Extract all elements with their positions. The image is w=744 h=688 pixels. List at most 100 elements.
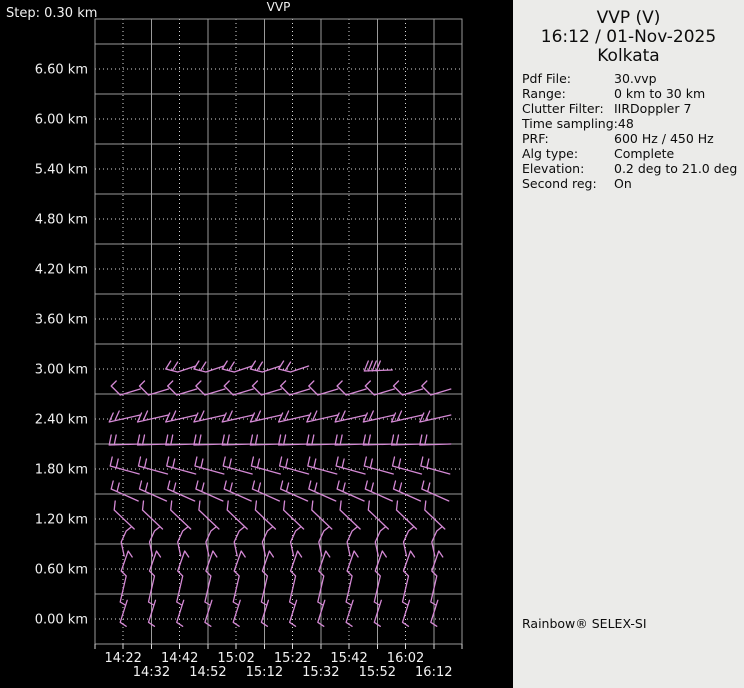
y-axis-label: 0.00 km [35, 613, 88, 628]
wind-barb [194, 456, 225, 475]
panel-row: Elevation: 0.2 deg to 21.0 deg [522, 161, 744, 176]
panel-row-value: Complete [614, 146, 675, 161]
wind-barb [251, 480, 281, 502]
chart-title: VVP [266, 0, 291, 14]
wind-barb [289, 526, 302, 557]
y-axis-label: 4.20 km [35, 263, 88, 278]
wind-barb [110, 380, 141, 396]
panel-row: Second reg: On [522, 176, 744, 191]
panel-row-label: Pdf File: [522, 71, 571, 86]
x-axis-label: 15:22 [274, 651, 311, 666]
wind-barb [221, 360, 253, 373]
step-label: Step: 0.30 km [6, 6, 98, 21]
wind-barb [260, 550, 275, 606]
panel-row-label: Elevation: [522, 161, 585, 176]
wind-barb [334, 410, 367, 423]
wind-barb [335, 456, 366, 475]
wind-barb [205, 526, 217, 557]
barb-row-1.20km [113, 500, 446, 530]
wind-barb [249, 360, 282, 373]
wind-barb [308, 480, 337, 502]
x-axis-label: 14:22 [104, 651, 141, 666]
wind-barb [339, 500, 361, 530]
y-axis-label: 3.00 km [35, 363, 88, 378]
wind-barb [401, 550, 416, 606]
wind-barb [170, 500, 192, 530]
panel-title-product: VVP (V) [596, 8, 661, 28]
panel-row: Alg type: Complete [522, 146, 744, 161]
x-axis-label: 16:12 [415, 665, 452, 680]
wind-barb [390, 410, 424, 423]
wind-barb [424, 500, 446, 530]
barb-row-2.40km [108, 410, 452, 423]
barb-row-0.20km [119, 599, 439, 627]
barb-row-2.70km [110, 380, 452, 396]
wind-barb [222, 456, 253, 475]
panel-row: Time sampling: 48 [522, 116, 744, 131]
wind-barb [307, 456, 338, 475]
wind-barb [306, 410, 339, 423]
wind-barb [250, 456, 282, 475]
panel-row-value: 0 km to 30 km [614, 86, 706, 101]
panel-row: Pdf File: 30.vvp [522, 71, 744, 86]
wind-barb [421, 380, 452, 396]
x-axis-label: 15:02 [217, 651, 254, 666]
wind-barb [362, 410, 395, 423]
wind-barb [119, 550, 133, 606]
barb-row-3.00km [165, 360, 310, 373]
wind-barb [373, 550, 387, 606]
wind-barb [138, 480, 168, 502]
wind-barb [195, 480, 224, 502]
x-axis-label: 16:02 [387, 651, 424, 666]
brand-label: Rainbow® SELEX-SI [522, 616, 647, 631]
wind-barb [421, 480, 450, 502]
panel-row-label: PRF: [522, 131, 549, 146]
wind-barb [137, 456, 169, 475]
wind-barb [277, 410, 311, 423]
wind-barb [308, 380, 339, 396]
chart-area: 0.00 km 0.60 km 1.20 km 1.80 km 2.40 km 3.00 … [0, 0, 513, 688]
y-axis-label: 3.60 km [35, 313, 88, 328]
wind-barb [317, 550, 331, 606]
panel-row: PRF: 600 Hz / 450 Hz [522, 131, 744, 146]
panel-row-value: 0.2 deg to 21.0 deg [614, 161, 738, 176]
wind-barb [138, 380, 170, 396]
x-axis-label: 14:52 [189, 665, 226, 680]
panel-row-value: 30.vvp [614, 71, 657, 86]
wind-barb [336, 380, 367, 396]
x-axis-label: 15:32 [302, 665, 339, 680]
wind-barb [311, 500, 333, 530]
y-axis-label: 5.40 km [35, 163, 88, 178]
wind-barb [363, 360, 393, 372]
plot-border [94, 18, 463, 645]
panel-title-site: Kolkata [597, 46, 660, 66]
wind-barb [367, 500, 389, 530]
wind-barb [364, 380, 395, 396]
wind-barb [374, 526, 386, 557]
wind-barb [420, 456, 451, 475]
wind-barb [419, 410, 452, 423]
panel-row-label: Time sampling: [522, 116, 618, 131]
wind-barb [136, 410, 170, 423]
wind-barb [193, 410, 226, 423]
wind-barb [165, 360, 197, 373]
wind-barb [195, 380, 226, 396]
wind-barb [278, 456, 310, 475]
panel-row-label: Clutter Filter: [522, 101, 604, 116]
wind-barb [249, 410, 283, 423]
panel-row-value: On [614, 176, 632, 191]
wind-barb [402, 526, 415, 557]
vvp-wind-profile-chart: 0.00 km 0.60 km 1.20 km 1.80 km 2.40 km 3.00 … [35, 18, 463, 680]
y-axis-label: 2.40 km [35, 413, 88, 428]
wind-barb [232, 550, 246, 606]
wind-barb [223, 480, 252, 502]
wind-barb [254, 500, 277, 530]
panel-row: Clutter Filter: IIRDoppler 7 [522, 101, 744, 116]
wind-barb [147, 550, 162, 606]
y-axis-label: 6.60 km [35, 63, 88, 78]
wind-barb [392, 380, 424, 396]
panel-row-value: 600 Hz / 450 Hz [614, 131, 714, 146]
wind-barb [110, 480, 139, 502]
panel-row-value: IIRDoppler 7 [614, 101, 692, 116]
wind-barb [166, 456, 197, 475]
